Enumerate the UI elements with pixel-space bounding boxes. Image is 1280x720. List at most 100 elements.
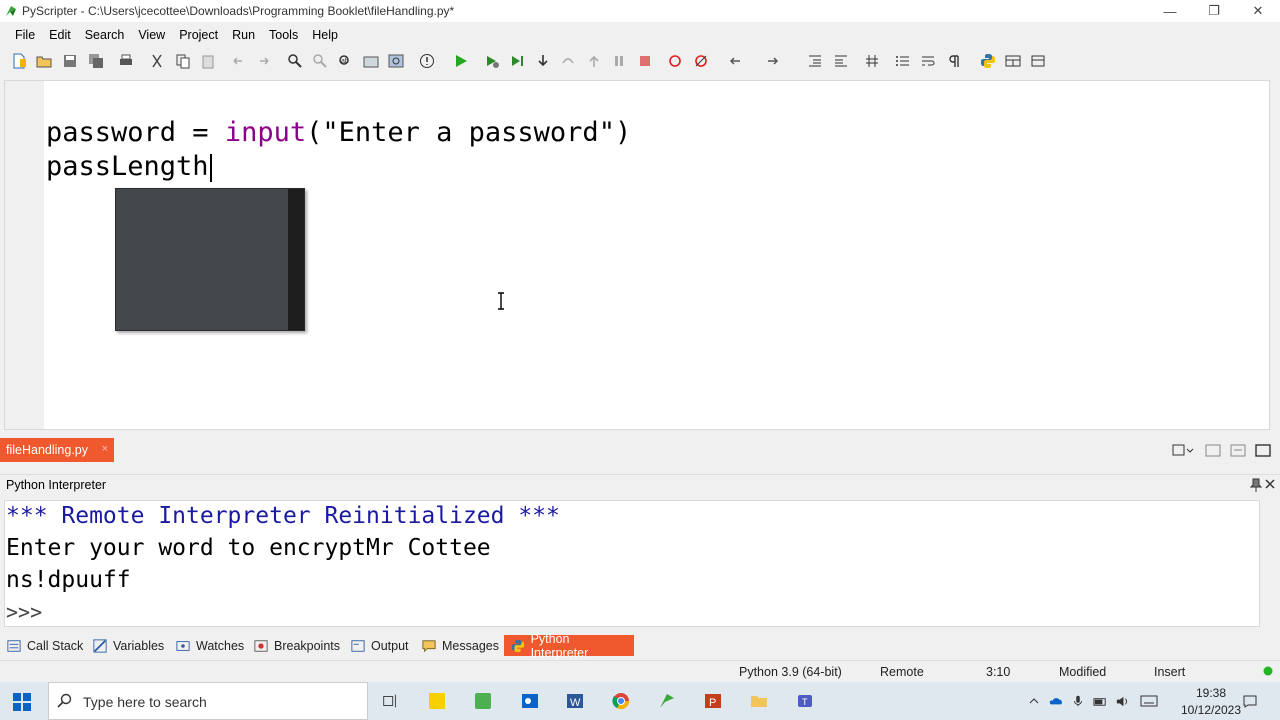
- tab-breakpoints[interactable]: Breakpoints: [253, 635, 340, 656]
- tab-label: Messages: [442, 638, 499, 653]
- layout-icon[interactable]: [1004, 52, 1022, 70]
- step-out-icon[interactable]: [585, 52, 603, 70]
- find-icon[interactable]: [286, 52, 304, 70]
- menu-view[interactable]: View: [131, 28, 172, 42]
- task-view-icon[interactable]: [378, 689, 402, 713]
- menu-run[interactable]: Run: [225, 28, 262, 42]
- pause-icon[interactable]: [610, 52, 628, 70]
- bottom-tab-bar: Call Stack Variables Watches Breakpoints…: [0, 632, 1280, 660]
- paste-icon[interactable]: [199, 52, 217, 70]
- step-over-icon[interactable]: [559, 52, 577, 70]
- cut-icon[interactable]: [148, 52, 166, 70]
- tab-output[interactable]: Output: [350, 635, 409, 656]
- tab-call-stack[interactable]: Call Stack: [6, 635, 83, 656]
- menu-search[interactable]: Search: [78, 28, 132, 42]
- interpreter-scrollbar[interactable]: [1260, 500, 1276, 627]
- new-tab-icon[interactable]: [1205, 442, 1221, 458]
- menu-edit[interactable]: Edit: [42, 28, 78, 42]
- back-icon[interactable]: [727, 52, 745, 70]
- dedent-icon[interactable]: [832, 52, 850, 70]
- open-file-icon[interactable]: [35, 52, 53, 70]
- new-file-icon[interactable]: [10, 52, 28, 70]
- close-button[interactable]: ✕: [1236, 0, 1280, 22]
- save-icon[interactable]: [61, 52, 79, 70]
- call-stack-icon: [6, 638, 22, 654]
- layout-dropdown-icon[interactable]: [1030, 52, 1048, 70]
- indent-icon[interactable]: [806, 52, 824, 70]
- interpreter-panel-title: Python Interpreter: [6, 478, 107, 492]
- teams-icon[interactable]: T: [793, 689, 817, 713]
- autocomplete-scrollbar[interactable]: [288, 189, 304, 330]
- redo-icon[interactable]: [255, 52, 273, 70]
- tab-variables[interactable]: Variables: [92, 635, 164, 656]
- debug-icon[interactable]: [483, 52, 501, 70]
- pyscripter-taskbar-icon[interactable]: [655, 689, 679, 713]
- outlook-icon[interactable]: [518, 689, 542, 713]
- status-engine[interactable]: Remote: [880, 665, 924, 679]
- find-in-files-icon[interactable]: [362, 52, 380, 70]
- print-icon[interactable]: [117, 52, 135, 70]
- list-icon[interactable]: [894, 52, 912, 70]
- code-variable: password =: [46, 117, 225, 148]
- stop-icon[interactable]: [636, 52, 654, 70]
- status-python-version[interactable]: Python 3.9 (64-bit): [739, 665, 842, 679]
- taskbar-app-icon[interactable]: [471, 689, 495, 713]
- code-line-1: password = input("Enter a password"): [46, 116, 631, 150]
- comment-icon[interactable]: [863, 52, 881, 70]
- syntax-check-icon[interactable]: [418, 52, 436, 70]
- clear-breakpoints-icon[interactable]: [692, 52, 710, 70]
- battery-icon[interactable]: [1088, 689, 1112, 713]
- chrome-icon[interactable]: [609, 689, 633, 713]
- python-icon[interactable]: [979, 52, 997, 70]
- save-all-icon[interactable]: [87, 52, 105, 70]
- word-icon[interactable]: W: [563, 689, 587, 713]
- powerpoint-icon[interactable]: P: [701, 689, 725, 713]
- pin-icon[interactable]: [1250, 478, 1262, 492]
- editor-gutter: [5, 81, 44, 429]
- step-into-icon[interactable]: [534, 52, 552, 70]
- interpreter-output-line: *** Remote Interpreter Reinitialized ***: [6, 503, 560, 529]
- menu-project[interactable]: Project: [172, 28, 225, 42]
- forward-icon[interactable]: [763, 52, 781, 70]
- undo-icon[interactable]: [229, 52, 247, 70]
- clock-time[interactable]: 19:38: [1183, 686, 1239, 700]
- maximize-editor-icon[interactable]: [1255, 442, 1271, 458]
- keyboard-icon[interactable]: [1137, 689, 1161, 713]
- minimize-button[interactable]: —: [1148, 0, 1192, 22]
- messages-icon: [421, 638, 437, 654]
- toggle-breakpoint-icon[interactable]: [666, 52, 684, 70]
- search-view-icon[interactable]: [387, 52, 405, 70]
- panel-close-icon[interactable]: [1265, 479, 1275, 489]
- replace-icon[interactable]: ab: [336, 52, 354, 70]
- file-tab-close-icon[interactable]: ×: [102, 443, 108, 455]
- menu-help[interactable]: Help: [305, 28, 345, 42]
- find-next-icon[interactable]: [311, 52, 329, 70]
- word-wrap-icon[interactable]: [919, 52, 937, 70]
- taskbar-search-box[interactable]: Type here to search: [48, 682, 368, 720]
- menu-bar: File Edit Search View Project Run Tools …: [0, 24, 1280, 46]
- onedrive-icon[interactable]: [1044, 689, 1068, 713]
- pilcrow-icon[interactable]: [945, 52, 963, 70]
- microphone-icon[interactable]: [1066, 689, 1090, 713]
- sticky-notes-icon[interactable]: [425, 689, 449, 713]
- run-to-cursor-icon[interactable]: [508, 52, 526, 70]
- file-explorer-icon[interactable]: [747, 689, 771, 713]
- notifications-icon[interactable]: [1238, 689, 1262, 713]
- tab-messages[interactable]: Messages: [421, 635, 499, 656]
- tab-python-interpreter[interactable]: Python Interpreter: [504, 632, 634, 660]
- tray-chevron-icon[interactable]: [1022, 689, 1046, 713]
- menu-tools[interactable]: Tools: [262, 28, 305, 42]
- file-tab[interactable]: fileHandling.py ×: [0, 438, 114, 462]
- split-tab-icon[interactable]: [1230, 442, 1246, 458]
- copy-icon[interactable]: [174, 52, 192, 70]
- run-icon[interactable]: [452, 52, 470, 70]
- volume-icon[interactable]: [1110, 689, 1134, 713]
- maximize-button[interactable]: ❐: [1192, 0, 1236, 22]
- tab-list-icon[interactable]: [1172, 442, 1194, 458]
- tab-label: Breakpoints: [274, 638, 341, 653]
- autocomplete-popup[interactable]: [115, 188, 305, 331]
- windows-start-icon[interactable]: [13, 693, 31, 711]
- code-keyword-input: input: [224, 117, 307, 148]
- menu-file[interactable]: File: [8, 28, 42, 42]
- tab-watches[interactable]: Watches: [175, 635, 244, 656]
